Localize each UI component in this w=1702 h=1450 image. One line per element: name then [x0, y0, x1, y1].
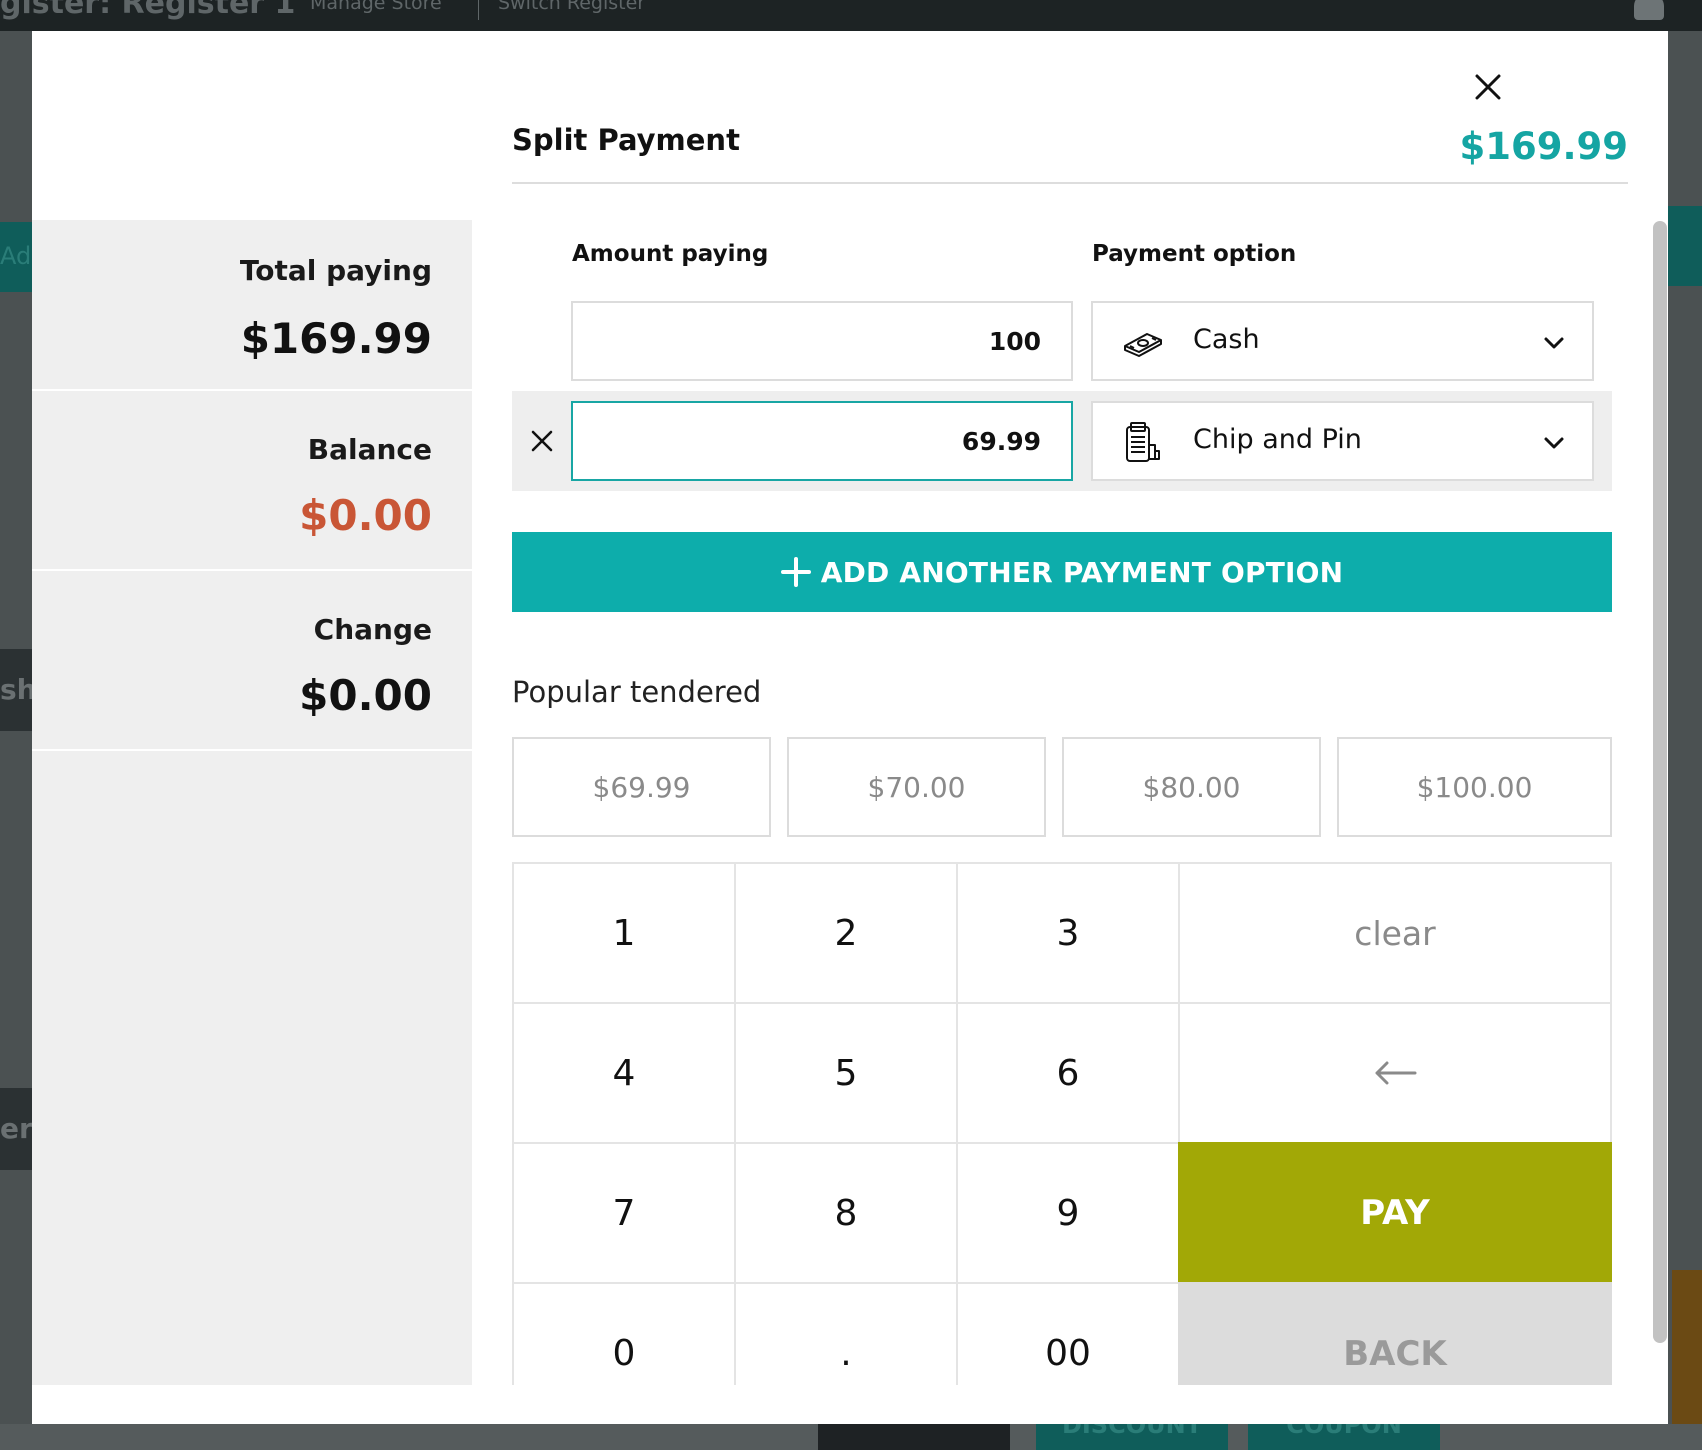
- background-nav-manage-store: Manage Store: [310, 0, 442, 14]
- card-terminal-icon: [1121, 421, 1165, 465]
- popular-tendered-label: Popular tendered: [512, 675, 762, 709]
- change-block: Change $0.00: [32, 571, 472, 751]
- background-app-title: gister: Register 1: [0, 0, 296, 21]
- payment-option-select[interactable]: Cash: [1091, 301, 1594, 381]
- keypad-key-5[interactable]: 5: [734, 1002, 958, 1144]
- close-icon: [531, 430, 553, 452]
- background-bottom-dark-block: [818, 1424, 1010, 1450]
- keypad-key-3[interactable]: 3: [956, 862, 1180, 1004]
- numeric-keypad: 1 2 3 clear 4 5 6 7 8 9 PAY 0 . 00 BACK: [512, 862, 1612, 1424]
- payment-option-select[interactable]: Chip and Pin: [1091, 401, 1594, 481]
- background-left-tab-sh: sh: [0, 649, 32, 731]
- summary-panel: Total paying $169.99 Balance $0.00 Chang…: [32, 220, 472, 1385]
- bell-icon: [1634, 0, 1664, 20]
- balance-value: $0.00: [299, 491, 432, 540]
- modal-total: $169.99: [1459, 125, 1628, 168]
- chevron-down-icon: [1544, 437, 1564, 449]
- payment-row-active: Chip and Pin: [512, 391, 1612, 491]
- amount-input[interactable]: [571, 301, 1073, 381]
- backspace-arrow-icon: [1375, 1061, 1417, 1085]
- split-payment-modal: Split Payment $169.99 Total paying $169.…: [32, 31, 1668, 1424]
- close-button[interactable]: [1468, 67, 1508, 107]
- modal-footer-space: [32, 1385, 1668, 1424]
- total-paying-value: $169.99: [240, 314, 432, 363]
- change-value: $0.00: [299, 671, 432, 720]
- header-divider: [512, 182, 1628, 184]
- total-paying-label: Total paying: [239, 254, 432, 287]
- keypad-key-1[interactable]: 1: [512, 862, 736, 1004]
- clear-button[interactable]: clear: [1178, 862, 1612, 1004]
- keypad-key-9[interactable]: 9: [956, 1142, 1180, 1284]
- plus-icon: [780, 557, 811, 587]
- add-payment-option-button[interactable]: ADD ANOTHER PAYMENT OPTION: [512, 532, 1612, 612]
- scrollbar-thumb[interactable]: [1653, 221, 1667, 1343]
- background-discount-button: DISCOUNT: [1036, 1420, 1228, 1450]
- close-icon: [1475, 74, 1501, 100]
- background-coupon-button: COUPON: [1248, 1420, 1440, 1450]
- balance-block: Balance $0.00: [32, 391, 472, 571]
- background-right-orange-block: [1672, 1270, 1702, 1450]
- amount-input[interactable]: [571, 401, 1073, 481]
- tender-amount-button[interactable]: $80.00: [1062, 737, 1321, 837]
- keypad-key-6[interactable]: 6: [956, 1002, 1180, 1144]
- background-nav-divider: [478, 0, 479, 20]
- balance-label: Balance: [307, 433, 432, 466]
- pay-button[interactable]: PAY: [1178, 1142, 1612, 1284]
- keypad-key-8[interactable]: 8: [734, 1142, 958, 1284]
- payment-row: Cash: [512, 291, 1612, 391]
- amount-paying-header: Amount paying: [572, 241, 769, 267]
- background-left-tab-ers: ers: [0, 1088, 32, 1170]
- tender-amount-button[interactable]: $69.99: [512, 737, 771, 837]
- payment-option-label: Cash: [1193, 324, 1260, 355]
- change-label: Change: [313, 613, 432, 646]
- background-right-tab: [1668, 206, 1702, 286]
- keypad-key-2[interactable]: 2: [734, 862, 958, 1004]
- payment-option-label: Chip and Pin: [1193, 424, 1362, 455]
- remove-payment-button[interactable]: [526, 421, 558, 461]
- tender-amount-button[interactable]: $100.00: [1337, 737, 1612, 837]
- backspace-button[interactable]: [1178, 1002, 1612, 1144]
- keypad-key-7[interactable]: 7: [512, 1142, 736, 1284]
- cash-icon: [1121, 321, 1165, 365]
- background-topbar: gister: Register 1 Manage Store Switch R…: [0, 0, 1702, 31]
- background-nav-switch-register: Switch Register: [498, 0, 646, 14]
- chevron-down-icon: [1544, 337, 1564, 349]
- payment-option-header: Payment option: [1092, 241, 1297, 267]
- background-left-tab-ad: Ad: [0, 222, 32, 292]
- add-payment-option-label: ADD ANOTHER PAYMENT OPTION: [820, 555, 1344, 589]
- modal-title: Split Payment: [512, 123, 740, 157]
- keypad-key-4[interactable]: 4: [512, 1002, 736, 1144]
- total-paying-block: Total paying $169.99: [32, 220, 472, 391]
- tender-amount-button[interactable]: $70.00: [787, 737, 1046, 837]
